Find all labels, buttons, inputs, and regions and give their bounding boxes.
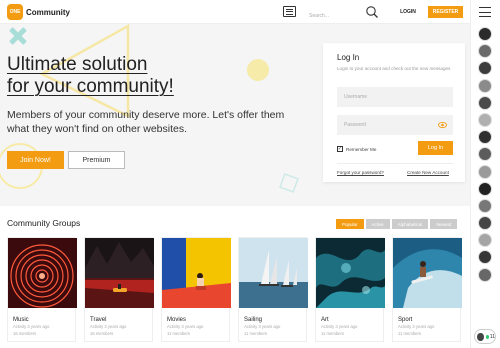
group-image-movies	[162, 238, 231, 308]
search-icon[interactable]	[365, 5, 379, 19]
group-title: Sailing	[244, 317, 263, 323]
group-title: Movies	[167, 317, 187, 323]
chat-count: 11	[489, 333, 495, 340]
group-image-music	[8, 238, 77, 308]
group-image-travel	[85, 238, 154, 308]
site-logo[interactable]: ONE Community	[7, 4, 70, 20]
group-card-movies[interactable]: Movies Activity 3 years ago 11 members	[161, 237, 231, 342]
remember-label: Remember Me	[346, 146, 377, 152]
avatar[interactable]	[478, 181, 492, 196]
remember-checkbox[interactable]: ✓	[337, 146, 343, 152]
divider	[337, 163, 453, 164]
search-bar	[309, 4, 381, 24]
avatar[interactable]	[478, 112, 492, 127]
group-image-sport	[393, 238, 462, 308]
avatar[interactable]	[478, 267, 492, 282]
group-members: 11 members	[244, 330, 267, 336]
group-card-travel[interactable]: Travel Activity 3 years ago 16 members	[84, 237, 154, 342]
menu-icon[interactable]	[479, 7, 491, 17]
join-now-button[interactable]: Join Now!	[7, 151, 64, 169]
avatar[interactable]	[478, 164, 492, 179]
avatar[interactable]	[478, 250, 492, 265]
filter-popular[interactable]: Popular	[336, 219, 364, 229]
filter-alphabetical[interactable]: Alphabetical	[391, 219, 429, 229]
avatar[interactable]	[478, 216, 492, 231]
group-cards: Music Activity 3 years ago 16 members Tr…	[7, 237, 462, 342]
group-members: 11 members	[321, 330, 344, 336]
filter-newest[interactable]: Newest	[430, 219, 458, 229]
group-title: Sport	[398, 317, 413, 323]
hero-title: Ultimate solution for your community!	[7, 54, 174, 98]
logo-badge: ONE	[7, 4, 23, 20]
group-card-music[interactable]: Music Activity 3 years ago 16 members	[7, 237, 77, 342]
group-card-sport[interactable]: Sport Activity 3 years ago 11 members	[392, 237, 462, 342]
groups-heading: Community Groups	[7, 218, 81, 228]
group-image-art	[316, 238, 385, 308]
logo-text: Community	[26, 7, 70, 17]
avatar[interactable]	[478, 44, 492, 59]
login-button[interactable]: LOGIN	[394, 6, 422, 18]
group-members: 11 members	[167, 330, 190, 336]
forgot-password-link[interactable]: Forgot your password?	[337, 170, 384, 175]
password-field[interactable]: Password	[337, 115, 453, 135]
login-submit-button[interactable]: Log In	[418, 141, 453, 155]
right-sidebar	[470, 0, 500, 348]
hero-text: Members of your community deserve more. …	[7, 109, 285, 135]
filter-active[interactable]: Active	[365, 219, 390, 229]
group-members: 11 members	[398, 330, 421, 336]
login-subtitle: Login to your account and check out the …	[337, 66, 451, 71]
chat-button[interactable]: 11	[474, 329, 496, 344]
login-title: Log In	[337, 53, 360, 62]
group-filters: Popular Active Alphabetical Newest	[336, 219, 458, 229]
group-title: Travel	[90, 317, 107, 323]
avatar[interactable]	[478, 27, 492, 41]
eye-icon[interactable]	[438, 121, 447, 129]
group-image-sailing	[239, 238, 308, 308]
username-field[interactable]: Username	[337, 87, 453, 107]
register-button[interactable]: REGISTER	[428, 6, 463, 18]
avatar[interactable]	[478, 130, 492, 145]
group-card-art[interactable]: Art Activity 3 years ago 11 members	[315, 237, 385, 342]
premium-button[interactable]: Premium	[68, 151, 125, 169]
password-placeholder: Password	[344, 122, 366, 128]
avatar[interactable]	[478, 61, 492, 76]
group-members: 16 members	[13, 330, 37, 336]
create-account-link[interactable]: Create New Account	[407, 170, 449, 175]
avatar[interactable]	[478, 95, 492, 110]
group-card-sailing[interactable]: Sailing Activity 3 years ago 11 members	[238, 237, 308, 342]
avatar[interactable]	[478, 78, 492, 93]
avatar[interactable]	[478, 147, 492, 162]
avatar[interactable]	[478, 198, 492, 213]
menu-icon[interactable]	[283, 6, 296, 17]
search-input[interactable]	[309, 8, 361, 24]
online-indicator	[485, 334, 489, 339]
avatar[interactable]	[478, 233, 492, 248]
top-navbar: ONE Community LOGIN REGISTER	[0, 0, 470, 24]
group-title: Art	[321, 317, 329, 323]
member-avatars	[478, 27, 492, 282]
hero-title-line1: Ultimate solution	[7, 54, 148, 75]
remember-me[interactable]: ✓ Remember Me	[337, 146, 376, 152]
avatar	[477, 332, 484, 341]
login-card: Log In Login to your account and check o…	[323, 43, 465, 182]
group-members: 16 members	[90, 330, 114, 336]
group-title: Music	[13, 317, 29, 323]
hero-title-line2: for your community!	[7, 76, 174, 97]
